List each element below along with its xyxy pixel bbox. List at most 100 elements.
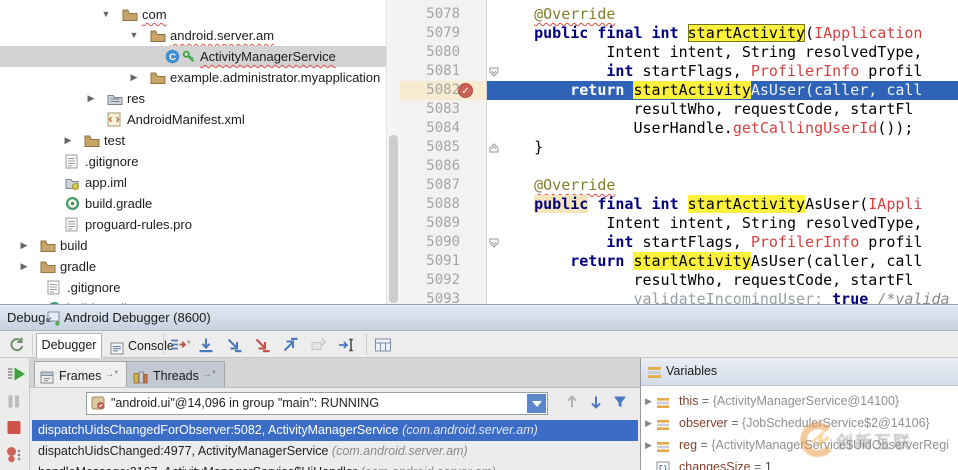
step-into-icon[interactable] bbox=[225, 336, 243, 354]
gutter-line-5087[interactable]: 5087 bbox=[400, 176, 486, 195]
gutter-line-5088[interactable]: 5088 bbox=[400, 195, 486, 214]
stop-icon[interactable] bbox=[6, 420, 24, 436]
tab-threads[interactable]: Threads →* bbox=[126, 361, 225, 387]
tree-item-build[interactable]: ▶ build bbox=[0, 235, 400, 256]
move-up-icon[interactable] bbox=[564, 394, 582, 412]
fold-marker-icon[interactable] bbox=[488, 141, 500, 153]
collapsed-arrow-icon[interactable]: ▶ bbox=[128, 67, 140, 88]
project-tree[interactable]: ▼ com ▼ android.server.am C ActivityManagerSe… bbox=[0, 0, 400, 304]
tree-item-gradle[interactable]: ▶ gradle bbox=[0, 256, 400, 277]
code-line-5078[interactable]: @Override bbox=[487, 5, 958, 24]
stack-frame-row[interactable]: handleMessage:2167, ActivityManagerServi… bbox=[32, 462, 638, 470]
gutter-line-5081[interactable]: 5081 bbox=[400, 62, 486, 81]
code-line-5083[interactable]: resultWho, requestCode, startFl bbox=[487, 100, 958, 119]
gutter-line-5089[interactable]: 5089 bbox=[400, 214, 486, 233]
step-out-icon[interactable] bbox=[281, 336, 299, 354]
tree-item-activitymanagerservice[interactable]: C ActivityManagerService bbox=[0, 46, 400, 67]
code-line-5081[interactable]: int startFlags, ProfilerInfo profil bbox=[487, 62, 958, 81]
code-line-5089[interactable]: Intent intent, String resolvedType, bbox=[487, 214, 958, 233]
gutter-line-5086[interactable]: 5086 bbox=[400, 157, 486, 176]
gutter-line-5092[interactable]: 5092 bbox=[400, 271, 486, 290]
collapsed-arrow-icon[interactable]: ▶ bbox=[85, 88, 97, 109]
collapsed-arrow-icon[interactable]: ▶ bbox=[18, 235, 30, 256]
stack-frames-list[interactable]: dispatchUidsChangedForObserver:5082, Act… bbox=[30, 420, 640, 470]
view-breakpoints-icon[interactable] bbox=[6, 446, 24, 463]
code-line-5084[interactable]: UserHandle.getCallingUserId()); bbox=[487, 119, 958, 138]
collapsed-arrow-icon[interactable]: ▶ bbox=[62, 130, 74, 151]
expand-arrow-icon[interactable]: ▶ bbox=[645, 434, 652, 456]
tree-item-res[interactable]: ▶ res bbox=[0, 88, 400, 109]
gutter-line-5083[interactable]: 5083 bbox=[400, 100, 486, 119]
fold-marker-icon[interactable] bbox=[488, 236, 500, 248]
stack-frame-row[interactable]: dispatchUidsChanged:4977, ActivityManage… bbox=[32, 441, 638, 462]
tree-item-androidmanifest-xml[interactable]: AndroidManifest.xml bbox=[0, 109, 400, 130]
tree-item--gitignore[interactable]: .gitignore bbox=[0, 277, 400, 298]
code-token: int bbox=[606, 233, 634, 251]
code-editor[interactable]: 5078 5079 5080 5081 5082 ✓ 5083 5084 5085 5086 508… bbox=[400, 0, 958, 304]
variable-row-changesSize[interactable]: changesSize = 1 bbox=[641, 456, 958, 470]
run-to-cursor-icon[interactable] bbox=[337, 336, 355, 354]
collapsed-arrow-icon[interactable]: ▶ bbox=[18, 256, 30, 277]
stack-frame-row[interactable]: dispatchUidsChangedForObserver:5082, Act… bbox=[32, 420, 638, 441]
gutter-line-5082[interactable]: 5082 ✓ bbox=[400, 81, 486, 100]
step-over-icon[interactable] bbox=[197, 336, 215, 354]
line-number: 5082 bbox=[426, 82, 460, 98]
scrollbar-thumb[interactable] bbox=[389, 135, 398, 303]
gutter-line-5093[interactable]: 5093 bbox=[400, 290, 486, 304]
frame-location: dispatchUidsChanged:4977, ActivityManage… bbox=[38, 444, 332, 458]
breakpoint-icon[interactable]: ✓ bbox=[458, 83, 473, 98]
gutter-line-5084[interactable]: 5084 bbox=[400, 119, 486, 138]
drop-frame-icon[interactable] bbox=[309, 336, 327, 354]
tree-item-proguard-rules-pro[interactable]: proguard-rules.pro bbox=[0, 214, 400, 235]
variable-row-observer[interactable]: ▶ observer = {JobSchedulerService$2@14106… bbox=[641, 412, 958, 434]
pause-icon[interactable] bbox=[6, 394, 24, 410]
code-line-5087[interactable]: @Override bbox=[487, 176, 958, 195]
force-step-into-icon[interactable] bbox=[253, 336, 271, 354]
expand-arrow-icon[interactable]: ▶ bbox=[645, 390, 652, 412]
code-line-5088[interactable]: public final int startActivityAsUser(IAp… bbox=[487, 195, 958, 214]
tree-item-com[interactable]: ▼ com bbox=[0, 4, 400, 25]
code-line-5091[interactable]: return startActivityAsUser(caller, call bbox=[487, 252, 958, 271]
variable-row-reg[interactable]: ▶ reg = {ActivityManagerService$UidObserv… bbox=[641, 434, 958, 456]
tree-item-android-server-am[interactable]: ▼ android.server.am bbox=[0, 25, 400, 46]
debug-session-tab[interactable]: Android Debugger (8600) bbox=[64, 310, 211, 325]
gutter-line-5085[interactable]: 5085 bbox=[400, 138, 486, 157]
tree-item-build-gradle[interactable]: build.gradle bbox=[0, 193, 400, 214]
rerun-icon[interactable] bbox=[8, 336, 26, 354]
evaluate-expression-icon[interactable] bbox=[374, 336, 392, 354]
filter-frames-icon[interactable] bbox=[612, 394, 630, 412]
variable-row-this[interactable]: ▶ this = {ActivityManagerService@14100} bbox=[641, 390, 958, 412]
code-line-5085[interactable]: } bbox=[487, 138, 958, 157]
gutter-line-5080[interactable]: 5080 bbox=[400, 43, 486, 62]
gutter-line-5090[interactable]: 5090 bbox=[400, 233, 486, 252]
tree-item-test[interactable]: ▶ test bbox=[0, 130, 400, 151]
tab-debugger[interactable]: Debugger bbox=[36, 333, 102, 358]
tab-frames[interactable]: Frames →* bbox=[34, 361, 128, 387]
fold-marker-icon[interactable] bbox=[488, 65, 500, 77]
code-line-5090[interactable]: int startFlags, ProfilerInfo profil bbox=[487, 233, 958, 252]
code-line-5080[interactable]: Intent intent, String resolvedType, bbox=[487, 43, 958, 62]
tree-item-example-administrator-myapplication[interactable]: ▶ example.administrator.myapplication bbox=[0, 67, 400, 88]
expand-arrow-icon[interactable]: ▶ bbox=[645, 412, 652, 434]
code-line-5082[interactable]: return startActivityAsUser(caller, call bbox=[487, 81, 958, 100]
gutter-line-5091[interactable]: 5091 bbox=[400, 252, 486, 271]
code-line-5086[interactable] bbox=[487, 157, 958, 176]
gutter-line-5079[interactable]: 5079 bbox=[400, 24, 486, 43]
editor-gutter[interactable]: 5078 5079 5080 5081 5082 ✓ 5083 5084 5085 5086 508… bbox=[400, 0, 487, 304]
expanded-arrow-icon[interactable]: ▼ bbox=[128, 25, 140, 46]
code-token: AsUser( bbox=[805, 195, 869, 213]
project-tree-scrollbar[interactable] bbox=[386, 0, 400, 304]
code-line-5093[interactable]: validateIncomingUser: true /*valida bbox=[487, 290, 958, 304]
tree-item--gitignore[interactable]: .gitignore bbox=[0, 151, 400, 172]
expanded-arrow-icon[interactable]: ▼ bbox=[100, 4, 112, 25]
dropdown-arrow-icon[interactable] bbox=[527, 394, 546, 413]
move-down-icon[interactable] bbox=[588, 394, 606, 412]
thread-selector-dropdown[interactable]: "android.ui"@14,096 in group "main": RUN… bbox=[86, 392, 548, 415]
code-line-5079[interactable]: public final int startActivity(IApplicat… bbox=[487, 24, 958, 43]
resume-icon[interactable] bbox=[6, 366, 25, 382]
show-execution-point-icon[interactable] bbox=[169, 336, 187, 354]
tree-item-app-iml[interactable]: app.iml bbox=[0, 172, 400, 193]
code-line-5092[interactable]: resultWho, requestCode, startFl bbox=[487, 271, 958, 290]
code-token: IApplication bbox=[814, 24, 923, 42]
gutter-line-5078[interactable]: 5078 bbox=[400, 5, 486, 24]
